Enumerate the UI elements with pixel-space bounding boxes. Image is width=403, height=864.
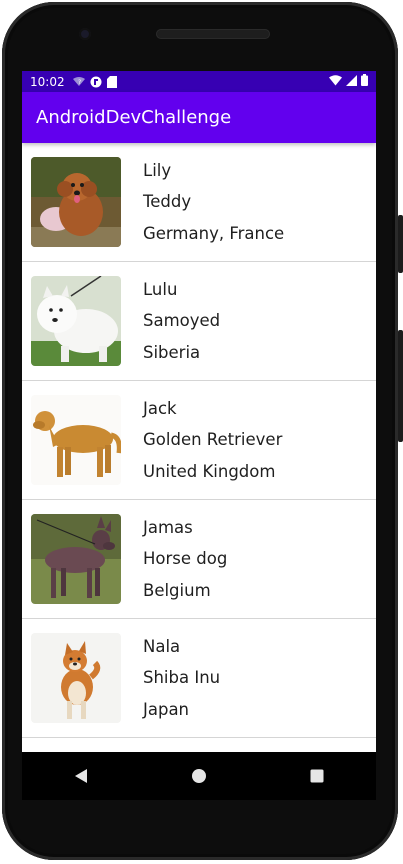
dog-info: Nala Shiba Inu Japan — [143, 631, 220, 726]
dog-name: Lily — [143, 160, 172, 180]
back-icon[interactable] — [61, 756, 101, 796]
status-bar: 10:02 ? — [22, 71, 376, 92]
android-device: 10:02 ? AndroidDevChallenge Lily Teddy G… — [0, 0, 403, 864]
dog-name: Lulu — [143, 279, 178, 299]
dog-info: Jamas Horse dog Belgium — [143, 512, 227, 607]
svg-text:?: ? — [78, 79, 81, 86]
list-item[interactable]: Nala Shiba Inu Japan — [22, 619, 376, 738]
dog-origin: United Kingdom — [143, 461, 276, 481]
home-icon[interactable] — [179, 756, 219, 796]
app-bar: AndroidDevChallenge — [22, 92, 376, 143]
wifi-question-icon: ? — [72, 76, 85, 87]
dog-name: Jack — [143, 398, 177, 418]
screen: 10:02 ? AndroidDevChallenge Lily Teddy G… — [22, 71, 376, 800]
app-title: AndroidDevChallenge — [36, 107, 232, 128]
dog-breed: Samoyed — [143, 311, 221, 331]
dog-info: Jack Golden Retriever United Kingdom — [143, 393, 282, 488]
power-button — [398, 215, 403, 273]
earpiece-speaker — [156, 29, 270, 39]
hairless-dog-photo — [31, 514, 121, 604]
list-item[interactable]: Jack Golden Retriever United Kingdom — [22, 381, 376, 500]
dog-origin: Siberia — [143, 342, 201, 362]
front-camera — [79, 28, 91, 40]
dog-origin: Germany, France — [143, 223, 285, 243]
dog-origin: Japan — [143, 699, 190, 719]
dog-list[interactable]: Lily Teddy Germany, France Lulu Samoyed … — [22, 143, 376, 769]
list-item[interactable]: Lily Teddy Germany, France — [22, 143, 376, 262]
signal-icon — [346, 74, 357, 89]
dog-origin: Belgium — [143, 580, 211, 600]
sd-card-icon — [106, 75, 117, 88]
dog-info: Lily Teddy Germany, France — [143, 155, 284, 250]
wifi-icon — [329, 74, 342, 89]
recents-icon[interactable] — [297, 756, 337, 796]
white-samoyed-photo — [31, 276, 121, 366]
dog-breed: Teddy — [143, 192, 192, 212]
system-nav-bar — [22, 752, 376, 800]
brown-poodle-photo — [31, 157, 121, 247]
dog-name: Jamas — [143, 517, 193, 537]
status-time: 10:02 — [30, 74, 65, 89]
dog-info: Lulu Samoyed Siberia — [143, 274, 220, 369]
app-notification-icon — [90, 76, 102, 88]
battery-icon — [361, 74, 368, 89]
dog-breed: Golden Retriever — [143, 430, 283, 450]
list-item[interactable]: Jamas Horse dog Belgium — [22, 500, 376, 619]
golden-retriever-photo — [31, 395, 121, 485]
volume-button — [398, 330, 403, 442]
shiba-inu-photo — [31, 633, 121, 723]
list-item[interactable]: Lulu Samoyed Siberia — [22, 262, 376, 381]
dog-name: Nala — [143, 636, 181, 656]
dog-breed: Horse dog — [143, 549, 228, 569]
dog-breed: Shiba Inu — [143, 668, 221, 688]
